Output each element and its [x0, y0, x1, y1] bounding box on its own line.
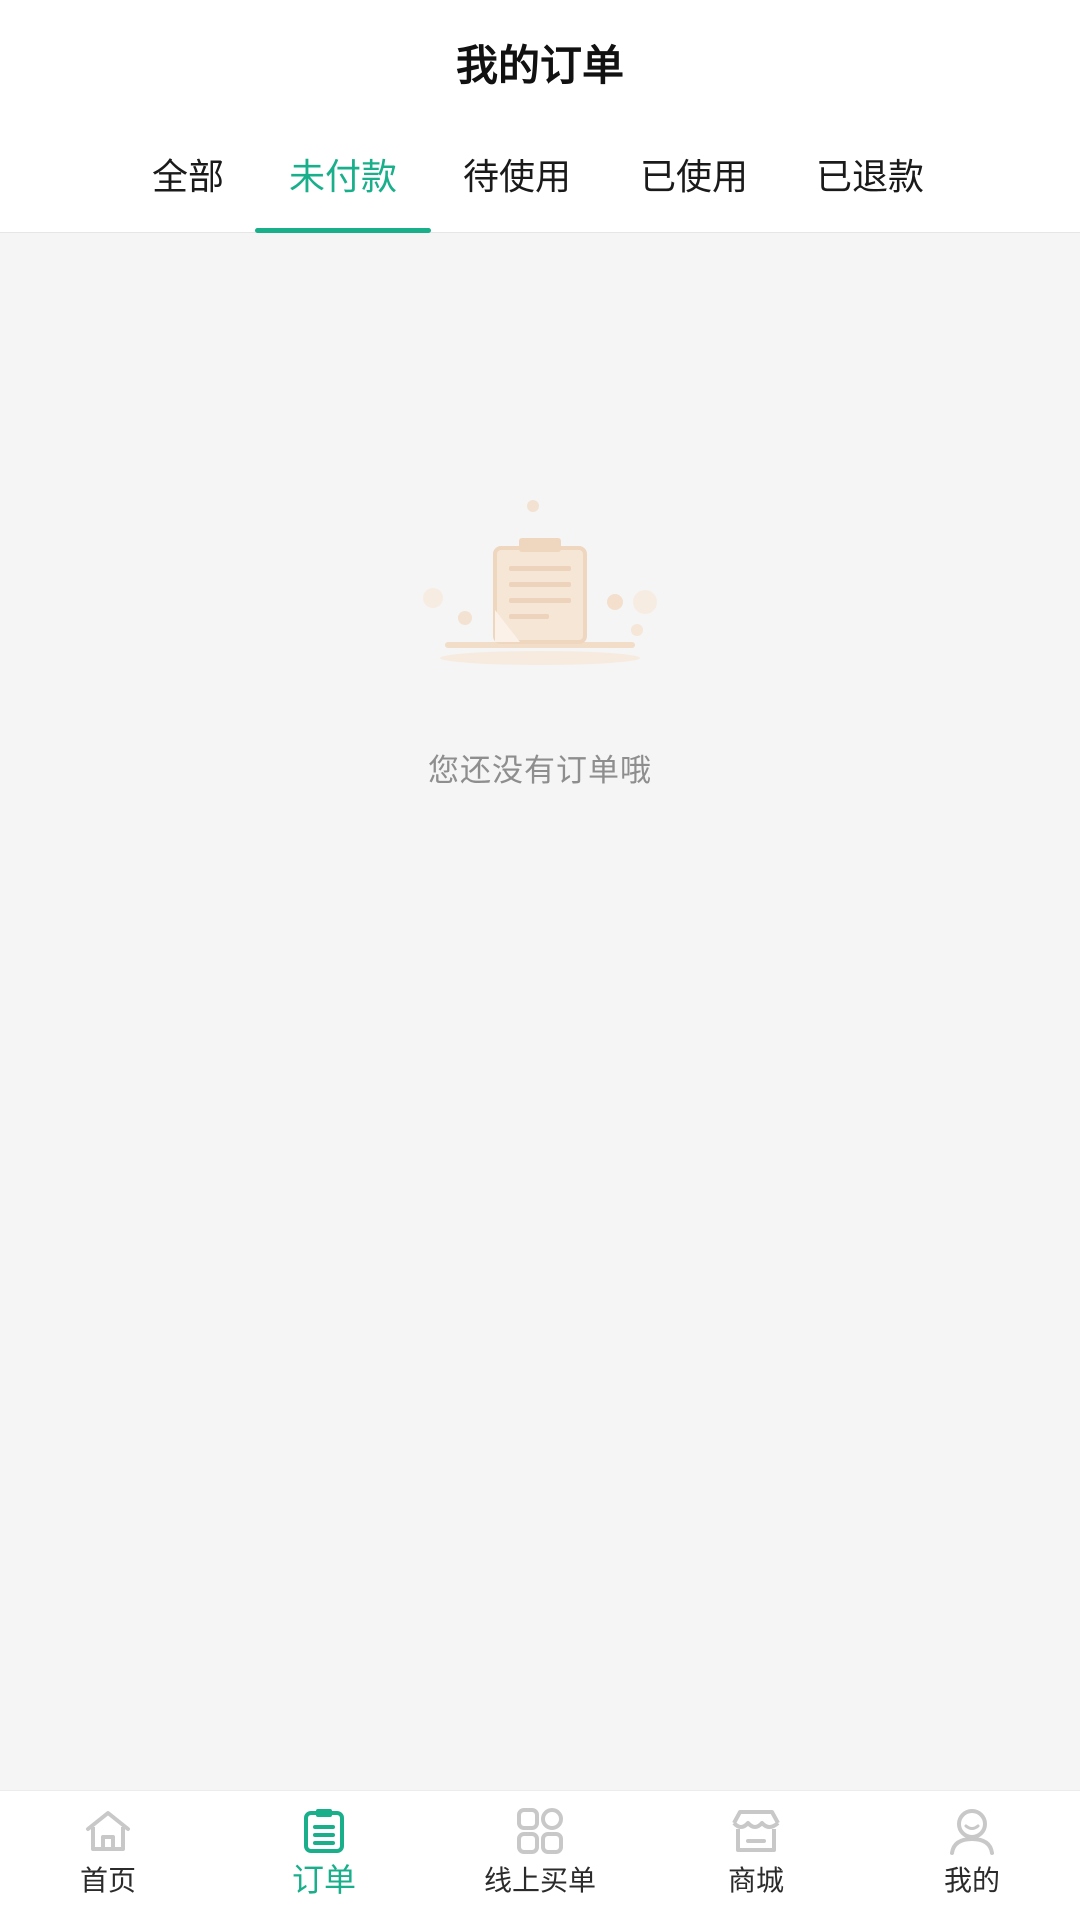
- bottom-nav: 首页 订单 线上买单 商城 我的: [0, 1790, 1080, 1920]
- clipboard-icon: [304, 1809, 344, 1853]
- tab-label: 已退款: [815, 157, 924, 198]
- user-icon: [950, 1809, 994, 1855]
- tab-label: 已使用: [639, 157, 748, 198]
- nav-label: 商城: [727, 1864, 784, 1897]
- tab-used[interactable]: 已使用: [624, 145, 764, 233]
- page-title: 我的订单: [455, 41, 624, 90]
- header: 我的订单 全部 未付款 待使用 已使用 已退款: [0, 0, 1080, 233]
- tab-unpaid[interactable]: 未付款: [255, 145, 431, 233]
- nav-label: 我的: [943, 1864, 1000, 1897]
- empty-orders-clipboard-icon: [423, 500, 657, 665]
- empty-message: 您还没有订单哦: [428, 753, 652, 789]
- tab-refunded[interactable]: 已退款: [800, 145, 940, 233]
- tab-label: 全部: [151, 157, 224, 198]
- nav-item-orders[interactable]: 订单: [216, 1791, 432, 1920]
- home-icon: [86, 1811, 130, 1851]
- tab-label: 待使用: [462, 157, 571, 198]
- nav-item-home[interactable]: 首页: [0, 1791, 216, 1920]
- grid-icon: [517, 1808, 563, 1854]
- nav-item-mall[interactable]: 商城: [648, 1791, 864, 1920]
- tab-label: 未付款: [288, 157, 397, 198]
- nav-label: 线上买单: [483, 1864, 596, 1897]
- order-status-tabs: 全部 未付款 待使用 已使用 已退款: [0, 145, 1080, 233]
- empty-state: 您还没有订单哦: [0, 490, 1080, 810]
- store-icon: [732, 1810, 780, 1852]
- nav-item-online-pay[interactable]: 线上买单: [432, 1791, 648, 1920]
- nav-label: 订单: [291, 1861, 356, 1899]
- nav-item-mine[interactable]: 我的: [864, 1791, 1080, 1920]
- tab-all[interactable]: 全部: [130, 145, 246, 233]
- active-tab-indicator: [255, 228, 431, 233]
- nav-label: 首页: [79, 1864, 136, 1897]
- tab-to-use[interactable]: 待使用: [447, 145, 587, 233]
